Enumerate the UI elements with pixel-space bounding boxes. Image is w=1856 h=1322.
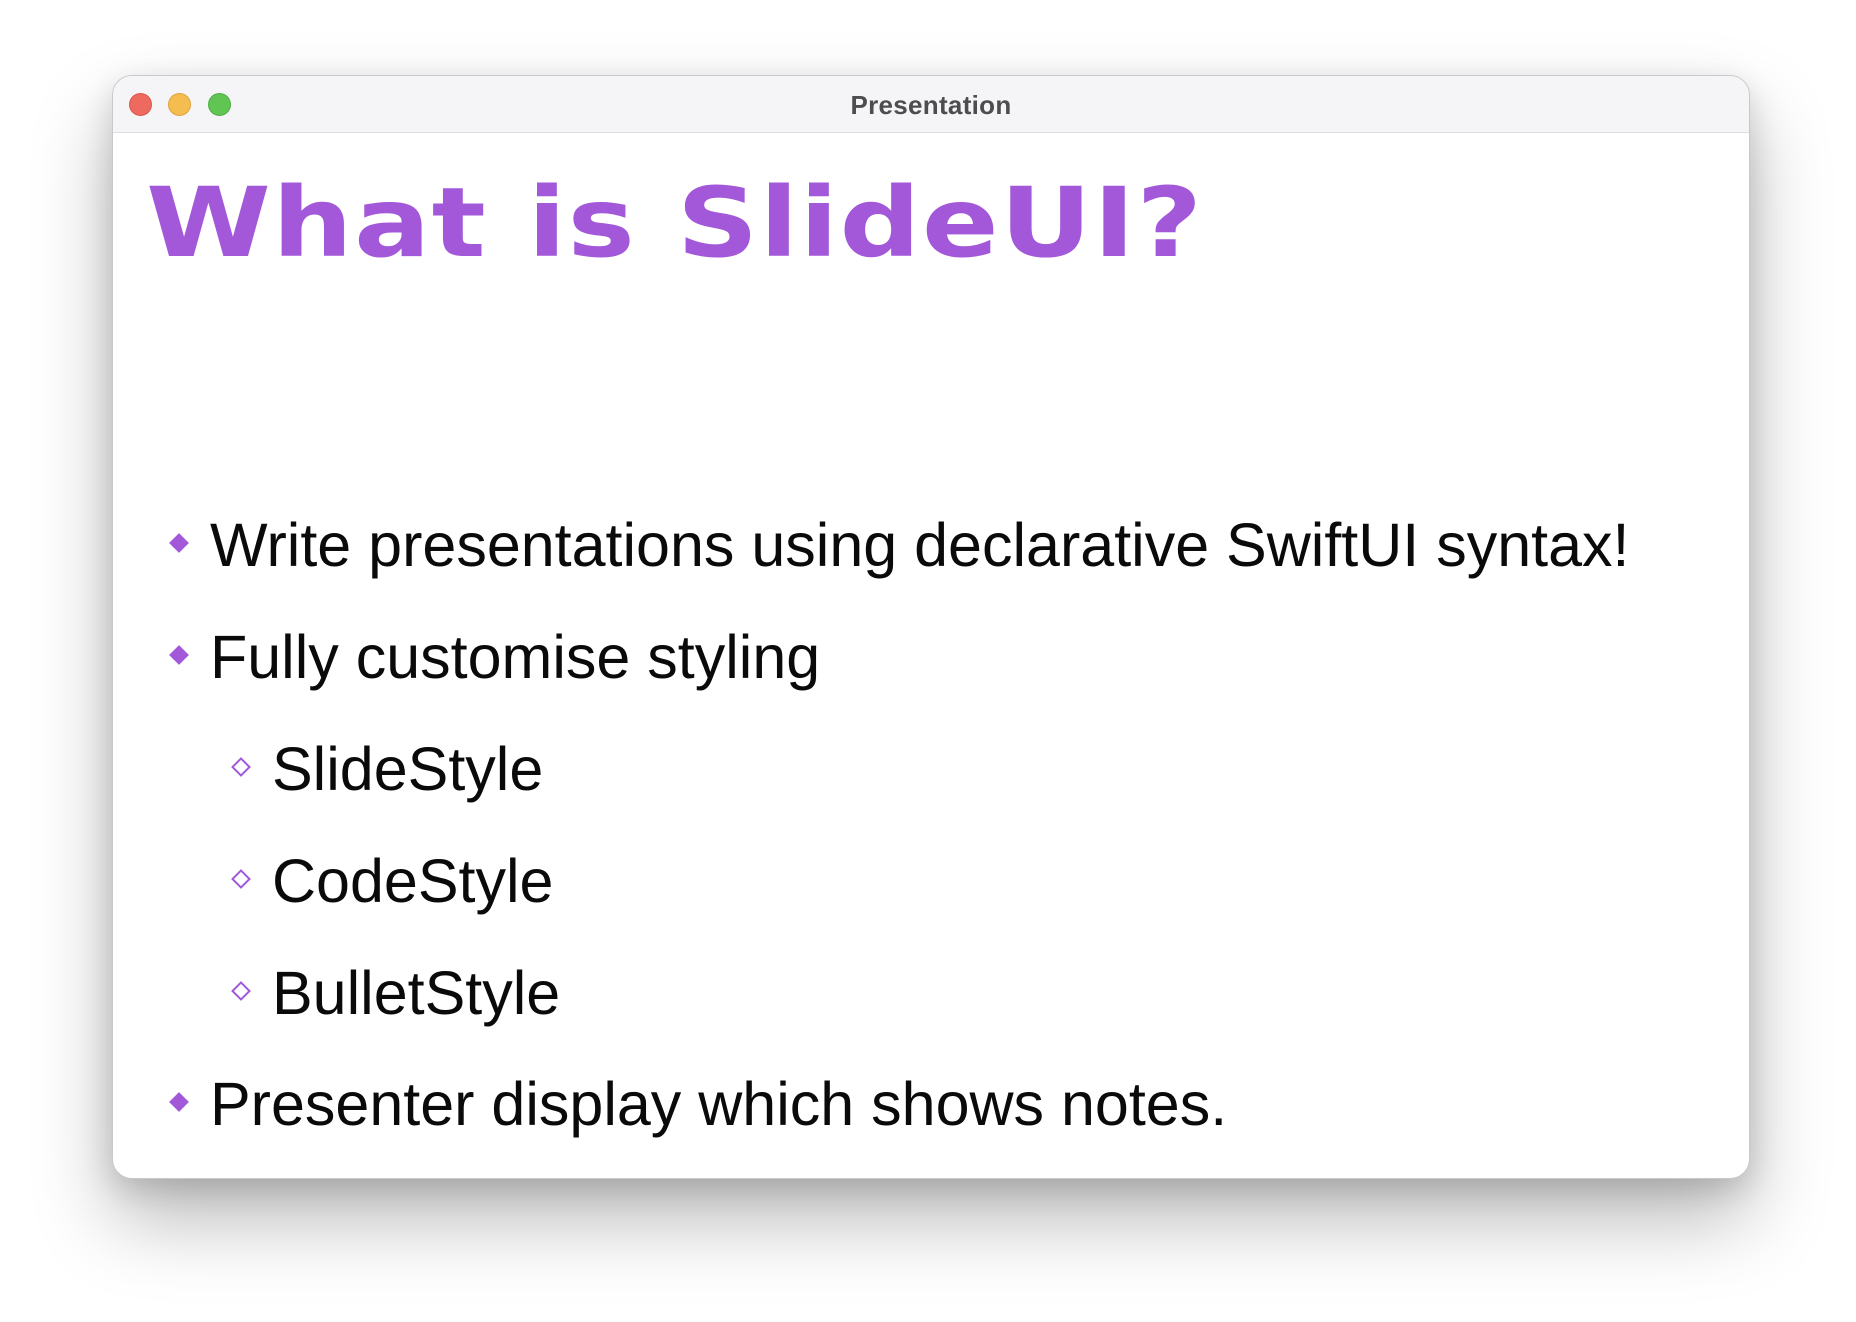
outline-diamond-bullet-icon (231, 757, 251, 777)
filled-diamond-bullet-icon (169, 533, 189, 553)
filled-diamond-bullet-icon (169, 645, 189, 665)
outline-diamond-bullet-icon (231, 869, 251, 889)
slide-title: What is SlideUI? (146, 167, 1204, 279)
bullet-text: CodeStyle (272, 847, 554, 915)
presentation-window: Presentation What is SlideUI? Write pres… (112, 75, 1750, 1179)
bullet-item: Write presentations using declarative Sw… (169, 505, 1630, 585)
bullet-text: Fully customise styling (210, 623, 821, 691)
sub-bullet-item: SlideStyle (231, 729, 544, 809)
filled-diamond-bullet-icon (169, 1092, 189, 1112)
window-title: Presentation (850, 90, 1012, 120)
bullet-text: SlideStyle (272, 735, 544, 803)
sub-bullet-item: BulletStyle (231, 953, 561, 1033)
sub-bullet-item: CodeStyle (231, 841, 554, 921)
bullet-text: BulletStyle (272, 959, 561, 1027)
bullet-text: Write presentations using declarative Sw… (210, 511, 1630, 579)
bullet-item: Fully customise styling (169, 617, 821, 697)
bullet-text: Presenter display which shows notes. (210, 1070, 1228, 1138)
slide-canvas: What is SlideUI? Write presentations usi… (113, 133, 1749, 1178)
outline-diamond-bullet-icon (231, 981, 251, 1001)
bullet-item: Presenter display which shows notes. (169, 1064, 1228, 1144)
title-bar[interactable]: Presentation (113, 76, 1749, 133)
